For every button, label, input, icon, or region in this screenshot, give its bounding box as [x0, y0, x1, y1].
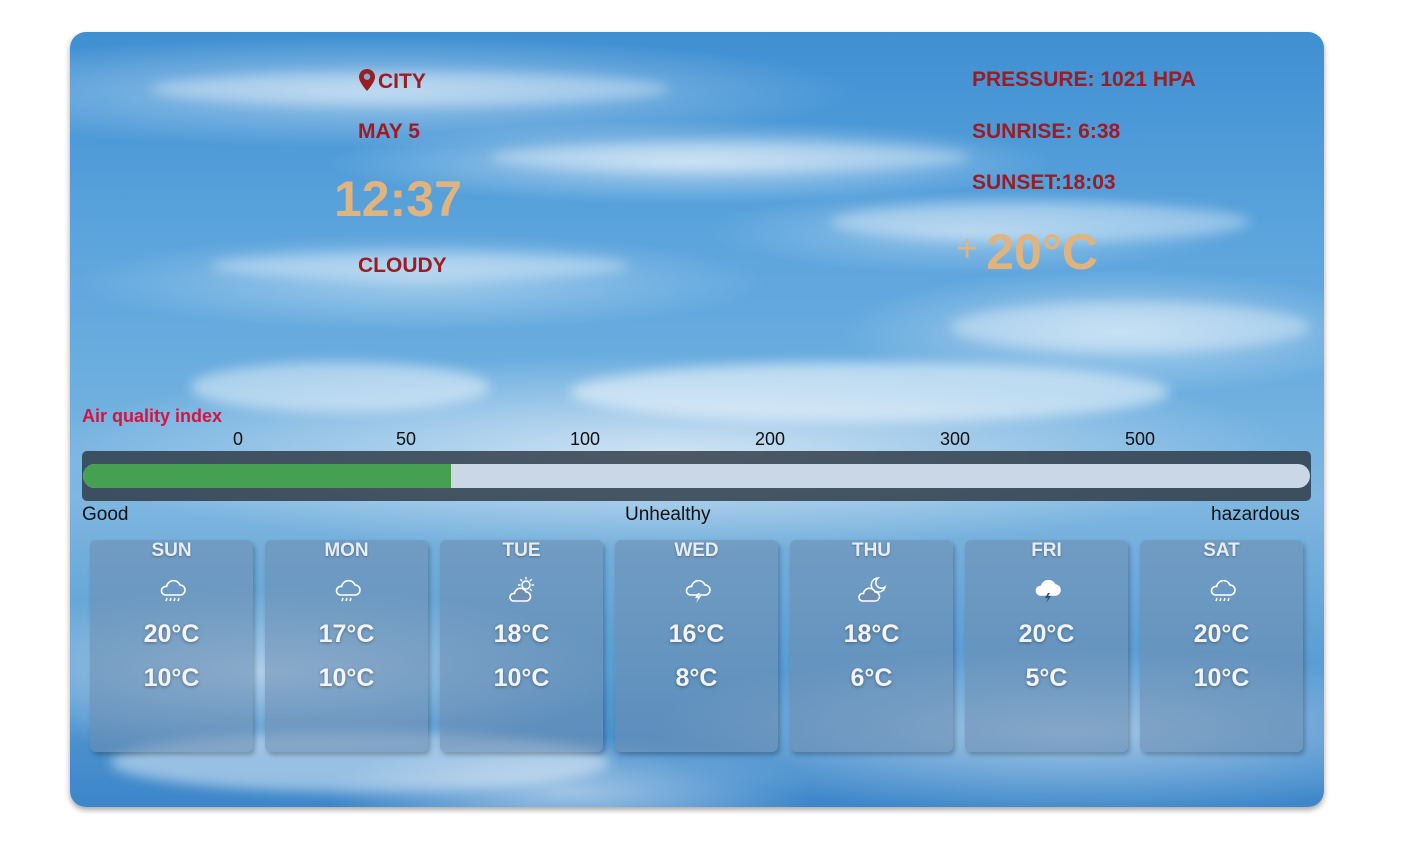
high-temp: 20°C — [1193, 620, 1250, 648]
rain-cloud-icon — [160, 579, 186, 602]
forecast-day-fri[interactable]: FRI 20°C 5°C — [965, 540, 1128, 752]
aqi-tick: 0 — [233, 429, 244, 449]
high-temp: 18°C — [843, 620, 900, 648]
sun-behind-cloud-icon — [509, 577, 534, 602]
city-name: CITY — [378, 70, 426, 93]
low-temp: 10°C — [318, 664, 375, 692]
forecast-day-wed[interactable]: WED 16°C 8°C — [615, 540, 778, 752]
weather-card: CITY MAY 5 12:37 CLOUDY PRESSURE: 1021 H… — [70, 32, 1324, 807]
temperature-sign: + — [956, 228, 979, 270]
high-temp: 17°C — [318, 620, 375, 648]
forecast-day-tue[interactable]: TUE 18°C 10°C — [440, 540, 603, 752]
aqi-tick: 500 — [1125, 429, 1156, 449]
aqi-tick: 100 — [570, 429, 601, 449]
rain-cloud-icon — [335, 579, 361, 602]
forecast-day-thu[interactable]: THU 18°C 6°C — [790, 540, 953, 752]
low-temp: 8°C — [675, 664, 718, 692]
cloud-bank — [570, 362, 1170, 422]
high-temp: 16°C — [668, 620, 725, 648]
date-label: MAY 5 — [358, 120, 420, 143]
aqi-meter — [82, 451, 1311, 501]
cloud-bank — [190, 362, 490, 412]
day-name: MON — [324, 540, 369, 561]
aqi-label-hazardous: hazardous — [1211, 504, 1300, 525]
day-name: THU — [851, 540, 892, 561]
aqi-label-unhealthy: Unhealthy — [625, 504, 711, 525]
high-temp: 20°C — [143, 620, 200, 648]
moon-behind-cloud-icon — [858, 577, 887, 602]
low-temp: 10°C — [1193, 664, 1250, 692]
day-name: TUE — [502, 540, 541, 561]
thunder-cloud-icon — [685, 579, 711, 603]
map-pin-icon — [359, 69, 375, 91]
day-name: WED — [674, 540, 719, 561]
condition-label: CLOUDY — [358, 254, 447, 277]
thunderstorm-icon — [1035, 579, 1061, 603]
aqi-tick: 200 — [755, 429, 786, 449]
sky-streak — [950, 302, 1310, 352]
aqi-title: Air quality index — [82, 406, 223, 426]
current-time: 12:37 — [334, 171, 462, 227]
forecast-day-mon[interactable]: MON 17°C 10°C — [265, 540, 428, 752]
forecast-day-sat[interactable]: SAT 20°C 10°C — [1140, 540, 1303, 752]
aqi-tick: 50 — [396, 429, 417, 449]
sky-streak — [490, 142, 970, 172]
current-temperature: +20°C — [956, 223, 1098, 281]
rain-cloud-icon — [1210, 579, 1236, 602]
low-temp: 10°C — [493, 664, 550, 692]
day-name: FRI — [1031, 540, 1062, 561]
location: CITY — [358, 68, 426, 94]
aqi-label-good: Good — [82, 504, 129, 525]
day-name: SAT — [1203, 540, 1240, 561]
low-temp: 6°C — [850, 664, 893, 692]
sunset-label: SUNSET:18:03 — [972, 171, 1116, 194]
sunrise-label: SUNRISE: 6:38 — [972, 120, 1121, 143]
day-name: SUN — [151, 540, 192, 561]
aqi-track — [83, 464, 1310, 488]
pressure-label: PRESSURE: 1021 HPA — [972, 68, 1196, 91]
aqi-fill — [83, 464, 452, 488]
low-temp: 10°C — [143, 664, 200, 692]
temperature-value: 20°C — [986, 224, 1098, 280]
low-temp: 5°C — [1025, 664, 1068, 692]
aqi-tick: 300 — [940, 429, 971, 449]
forecast-day-sun[interactable]: SUN 20°C 10°C — [90, 540, 253, 752]
high-temp: 18°C — [493, 620, 550, 648]
high-temp: 20°C — [1018, 620, 1075, 648]
